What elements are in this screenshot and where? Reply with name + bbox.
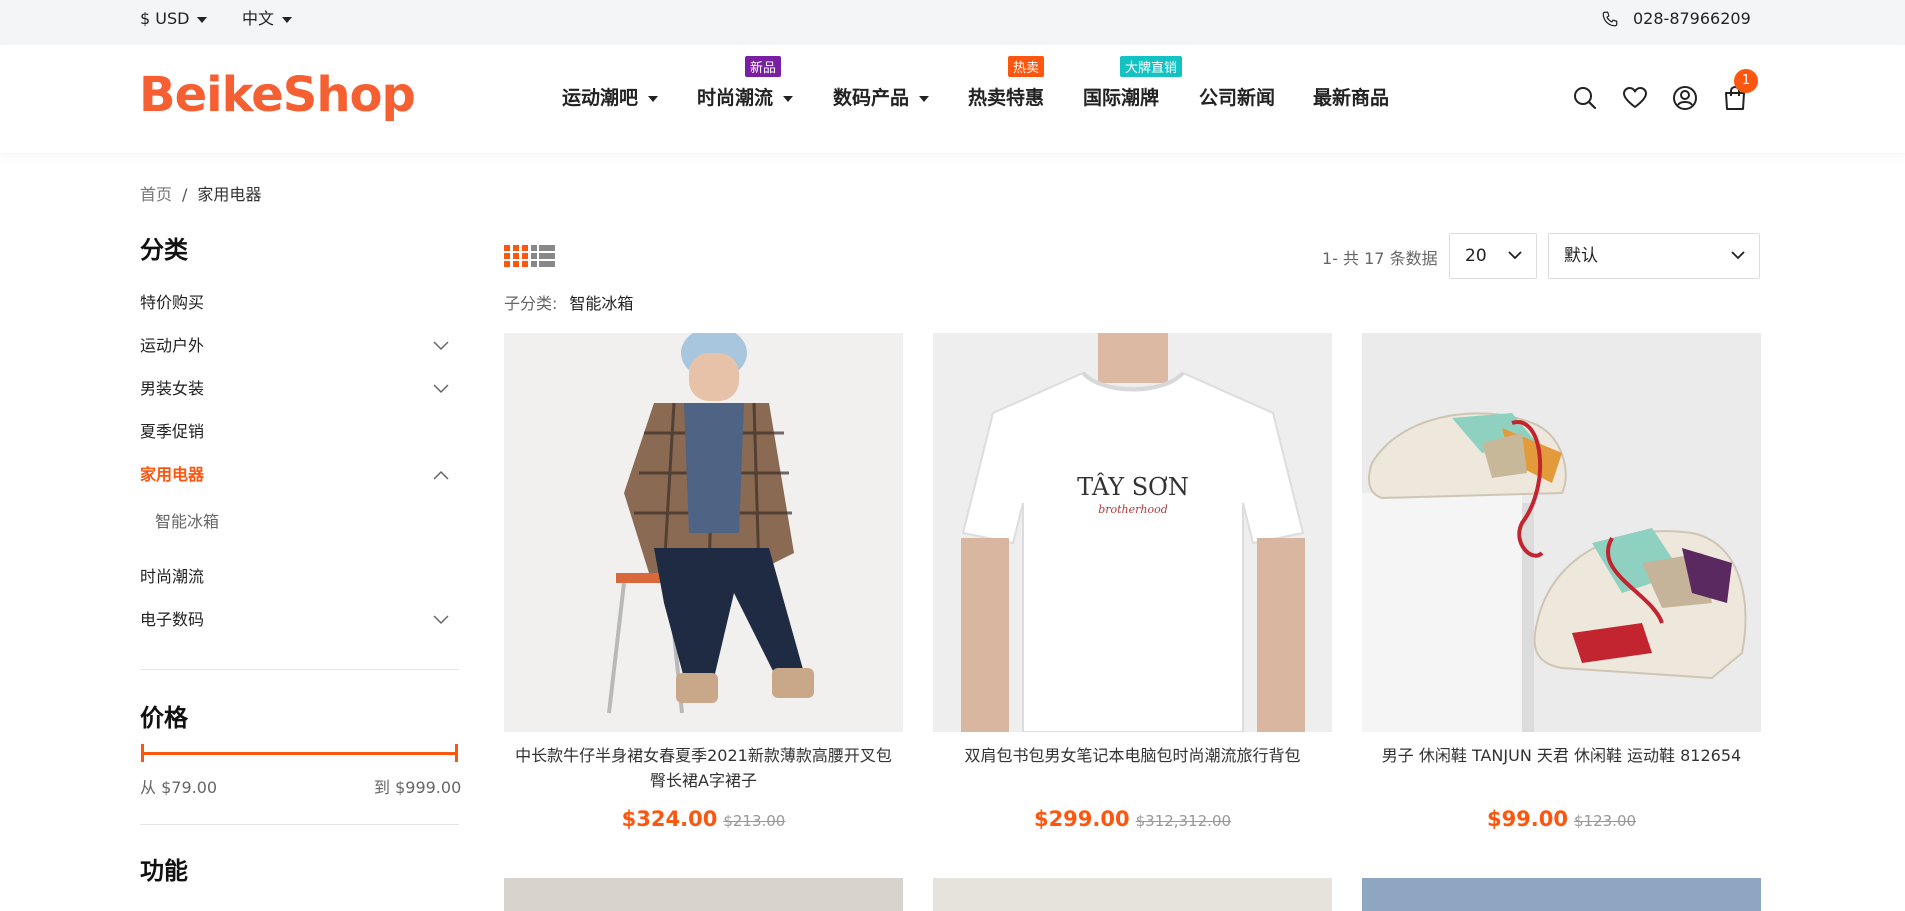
price-to: 到 $999.00 [374, 778, 462, 797]
chevron-down-icon [282, 16, 293, 23]
chevron-up-icon[interactable] [433, 470, 449, 480]
product-name[interactable]: 双肩包书包男女笔记本电脑包时尚潮流旅行背包 [933, 743, 1332, 768]
product-old-price: $213.00 [723, 812, 786, 830]
nav-item-news[interactable]: 公司新闻 [1199, 83, 1275, 110]
chevron-down-icon[interactable] [433, 615, 449, 625]
category-item[interactable]: 电子数码 [140, 606, 204, 630]
heart-icon[interactable] [1622, 85, 1648, 111]
nav-label: 时尚潮流 [697, 87, 774, 109]
product-image[interactable] [504, 878, 903, 911]
chevron-down-icon [648, 95, 659, 102]
logo[interactable]: BeikeShop [139, 67, 416, 123]
product-image[interactable]: TÂY SƠN brotherhood [933, 333, 1332, 732]
category-item[interactable]: 时尚潮流 [140, 563, 204, 587]
product-name[interactable]: 中长款牛仔半身裙女春夏季2021新款薄款高腰开叉包臀长裙A字裙子 [504, 743, 903, 793]
nav-item-sports[interactable]: 运动潮吧 [562, 83, 659, 110]
language-label: 中文 [242, 9, 275, 28]
per-page-value: 20 [1465, 246, 1487, 266]
price-slider-track[interactable] [142, 752, 457, 755]
badge-brand: 大牌直销 [1120, 56, 1183, 82]
grid-view-icon[interactable] [504, 244, 528, 268]
product-old-price: $123.00 [1574, 812, 1637, 830]
result-count: 1- 共 17 条数据 [1322, 249, 1438, 268]
product-image[interactable] [1362, 878, 1761, 911]
chevron-down-icon [1731, 251, 1745, 260]
sort-value: 默认 [1564, 246, 1598, 266]
subcategory-filter: 子分类: 智能冰箱 [504, 290, 633, 314]
product-image[interactable] [1362, 333, 1761, 732]
subcategory-link[interactable]: 智能冰箱 [569, 294, 633, 313]
price-from: 从 $79.00 [140, 778, 218, 797]
breadcrumb-home[interactable]: 首页 [140, 185, 172, 204]
nav-item-hot-deals[interactable]: 热卖 热卖特惠 [968, 56, 1045, 110]
nav-item-intl-brands[interactable]: 大牌直销 国际潮牌 [1083, 56, 1183, 110]
badge-new: 新品 [745, 56, 782, 82]
nav-item-digital[interactable]: 数码产品 [833, 83, 930, 110]
currency-selector[interactable]: $ USD [140, 0, 208, 38]
category-title: 分类 [140, 236, 188, 264]
nav-label: 运动潮吧 [562, 87, 639, 109]
category-item-active[interactable]: 家用电器 [140, 461, 204, 485]
per-page-select[interactable]: 20 [1449, 233, 1537, 279]
nav-label: 数码产品 [833, 87, 910, 109]
nav-label: 最新商品 [1313, 87, 1390, 109]
feature-title: 功能 [140, 857, 188, 885]
product-name[interactable]: 男子 休闲鞋 TANJUN 天君 休闲鞋 运动鞋 812654 [1362, 743, 1761, 768]
nav-label: 公司新闻 [1199, 87, 1276, 109]
subcategory-label: 子分类: [504, 294, 558, 313]
breadcrumb-current: 家用电器 [197, 185, 262, 204]
divider [140, 669, 459, 670]
top-bar: $ USD 中文 028-87966209 [0, 0, 1905, 45]
svg-text:brotherhood: brotherhood [1098, 503, 1168, 516]
nav-item-latest[interactable]: 最新商品 [1313, 83, 1389, 110]
chevron-down-icon [919, 95, 930, 102]
product-prices: $324.00 $213.00 [504, 807, 903, 831]
shirt-print-text: TÂY SƠN [1077, 472, 1189, 501]
category-item[interactable]: 夏季促销 [140, 418, 204, 442]
sort-select[interactable]: 默认 [1548, 233, 1760, 279]
language-selector[interactable]: 中文 [242, 0, 293, 38]
product-image[interactable] [504, 333, 903, 732]
cart-count-badge: 1 [1734, 69, 1758, 93]
nav-label: 国际潮牌 [1083, 87, 1160, 109]
product-prices: $99.00 $123.00 [1362, 807, 1761, 831]
breadcrumb-separator: / [182, 185, 188, 204]
search-icon[interactable] [1572, 85, 1598, 111]
user-icon[interactable] [1672, 85, 1698, 111]
product-price: $324.00 [621, 807, 718, 831]
subcategory-item[interactable]: 智能冰箱 [155, 508, 219, 532]
header: BeikeShop 运动潮吧 新品 时尚潮流 数码产品 热卖 热卖特惠 大牌直销… [0, 45, 1905, 153]
product-image[interactable] [933, 878, 1332, 911]
chevron-down-icon[interactable] [433, 341, 449, 351]
product-prices: $299.00 $312,312.00 [933, 807, 1332, 831]
price-title: 价格 [140, 704, 188, 732]
chevron-down-icon[interactable] [433, 384, 449, 394]
product-price: $99.00 [1486, 807, 1568, 831]
category-item[interactable]: 运动户外 [140, 332, 204, 356]
breadcrumb: 首页 / 家用电器 [140, 181, 261, 205]
phone-number: 028-87966209 [1633, 9, 1751, 28]
price-slider-max-handle[interactable] [455, 744, 458, 762]
category-item[interactable]: 特价购买 [140, 289, 204, 313]
chevron-down-icon [197, 16, 208, 23]
currency-label: $ USD [140, 9, 190, 28]
chevron-down-icon [783, 95, 794, 102]
nav-item-fashion[interactable]: 新品 时尚潮流 [697, 56, 794, 110]
product-old-price: $312,312.00 [1135, 812, 1232, 830]
category-item[interactable]: 男装女装 [140, 375, 204, 399]
product-price: $299.00 [1033, 807, 1130, 831]
badge-hot: 热卖 [1008, 56, 1045, 82]
nav-label: 热卖特惠 [968, 87, 1045, 109]
price-slider-min-handle[interactable] [141, 744, 144, 762]
list-view-icon[interactable] [531, 244, 555, 268]
chevron-down-icon [1508, 251, 1522, 260]
phone-icon [1602, 11, 1618, 27]
divider [140, 824, 459, 825]
